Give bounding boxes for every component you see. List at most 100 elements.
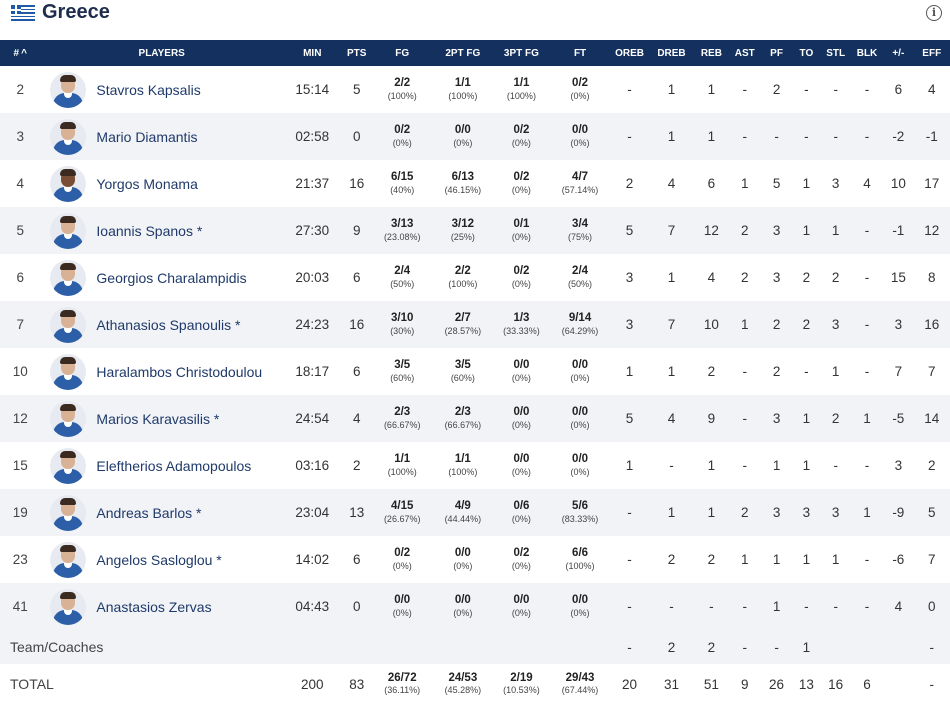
column-header-fg3[interactable]: 3PT FG [493,40,550,66]
stat-blk: 1 [863,411,871,426]
column-header-players[interactable]: PLAYERS [40,40,283,66]
player-name-link[interactable]: Angelos Sasloglou * [96,552,221,568]
player-row[interactable]: 10 Haralambos Christodoulou 18:17 6 3/5 (60%)… [0,348,950,395]
column-header-eff[interactable]: EFF [913,40,950,66]
free-throws-percentage: (0%) [570,90,590,101]
column-header-blk[interactable]: BLK [851,40,883,66]
column-header-min[interactable]: MIN [283,40,342,66]
column-header-num[interactable]: # ^ [0,40,40,66]
total-stat-oreb: 20 [622,676,638,692]
three-point-field-goals-made-attempted: 0/1 [513,218,530,231]
three-point-field-goals-made-attempted: 0/2 [513,124,530,137]
field-goals-made-attempted: 2/4 [394,265,411,278]
stat-blk: - [864,223,870,238]
player-row[interactable]: 41 Anastasios Zervas 04:43 0 0/0 (0%) 0/0 (0%) 0… [0,583,950,630]
field-goals: 0/2 (0%) [372,536,433,583]
player-cell[interactable]: Haralambos Christodoulou [40,348,283,395]
stat-pm: 3 [894,317,903,332]
player-row[interactable]: 19 Andreas Barlos * 23:04 13 4/15 (26.67%) 4/9… [0,489,950,536]
player-row[interactable]: 3 Mario Diamantis 02:58 0 0/2 (0%) 0/0 (0%) 0/2(… [0,113,950,160]
field-goals-made-attempted: 3/13 [391,218,414,231]
free-throws-percentage: (57.14%) [561,184,599,195]
free-throws-made-attempted: 0/0 [572,124,589,137]
player-cell[interactable]: Stavros Kapsalis [40,66,283,113]
column-header-stl[interactable]: STL [821,40,851,66]
two-point-field-goals: 1/1 (100%) [433,66,494,113]
player-cell[interactable]: Yorgos Monama [40,160,283,207]
player-cell[interactable]: Andreas Barlos * [40,489,283,536]
player-name-link[interactable]: Stavros Kapsalis [96,82,200,98]
three-point-field-goals-percentage: (0%) [511,419,531,430]
player-cell[interactable]: Georgios Charalampidis [40,254,283,301]
player-cell[interactable]: Mario Diamantis [40,113,283,160]
three-point-field-goals-percentage: (100%) [506,90,536,101]
column-header-pts[interactable]: PTS [342,40,372,66]
column-header-fg[interactable]: FG [372,40,433,66]
player-cell[interactable]: Eleftherios Adamopoulos [40,442,283,489]
player-name-link[interactable]: Georgios Charalampidis [96,270,246,286]
points: 5 [352,82,361,97]
stat-eff: 17 [924,176,940,191]
player-row[interactable]: 23 Angelos Sasloglou * 14:02 6 0/2 (0%) 0/0 (0%… [0,536,950,583]
player-name-link[interactable]: Mario Diamantis [96,129,197,145]
player-name-link[interactable]: Anastasios Zervas [96,599,211,615]
info-icon[interactable]: i [926,5,942,21]
greece-flag-icon [11,5,35,21]
stat-stl: - [833,599,838,614]
column-header-reb[interactable]: REB [694,40,728,66]
player-row[interactable]: 6 Georgios Charalampidis 20:03 6 2/4 (50%) 2/2… [0,254,950,301]
two-point-field-goals-percentage: (100%) [448,90,478,101]
player-cell[interactable]: Marios Karavasilis * [40,395,283,442]
stat-dreb: 1 [667,129,676,144]
player-name-link[interactable]: Yorgos Monama [96,176,197,192]
player-row[interactable]: 4 Yorgos Monama 21:37 16 6/15 (40%) 6/13 (46.15… [0,160,950,207]
two-point-field-goals: 6/13 (46.15%) [433,160,494,207]
field-goals: 2/2 (100%) [372,66,433,113]
player-name-link[interactable]: Andreas Barlos * [96,505,201,521]
player-cell[interactable]: Ioannis Spanos * [40,207,283,254]
points: 0 [352,129,361,144]
column-header-ast[interactable]: AST [729,40,761,66]
total-stat-to: 13 [798,676,814,692]
stat-eff: 2 [927,458,936,473]
column-header-pf[interactable]: PF [761,40,792,66]
player-name-link[interactable]: Haralambos Christodoulou [96,364,262,380]
stat-pm: 15 [890,270,906,285]
column-header-oreb[interactable]: OREB [610,40,648,66]
player-row[interactable]: 2 Stavros Kapsalis 15:14 5 2/2 (100%) 1/1 (100%… [0,66,950,113]
column-header-ft[interactable]: FT [550,40,611,66]
player-avatar [50,259,87,296]
stat-pf: 3 [772,270,781,285]
field-goals: 2/4 (50%) [372,254,433,301]
column-header-dreb[interactable]: DREB [649,40,694,66]
player-row[interactable]: 15 Eleftherios Adamopoulos 03:16 2 1/1 (100%)… [0,442,950,489]
player-row[interactable]: 7 Athanasios Spanoulis * 24:23 16 3/10 (30%) 2… [0,301,950,348]
player-avatar [50,541,87,578]
player-cell[interactable]: Athanasios Spanoulis * [40,301,283,348]
column-header-to[interactable]: TO [792,40,820,66]
player-row[interactable]: 5 Ioannis Spanos * 27:30 9 3/13 (23.08%) 3/12(… [0,207,950,254]
player-name-link[interactable]: Athanasios Spanoulis * [96,317,240,333]
team-stat-to: 1 [802,639,811,655]
free-throws-percentage: (100%) [565,560,595,571]
field-goals-made-attempted: 0/2 [394,124,411,137]
free-throws-made-attempted: 0/2 [572,77,589,90]
free-throws-made-attempted: 5/6 [572,500,589,513]
column-header-fg2[interactable]: 2PT FG [433,40,494,66]
player-cell[interactable]: Angelos Sasloglou * [40,536,283,583]
stat-pf: 1 [772,552,781,567]
player-avatar [50,400,87,437]
total-minutes: 200 [301,676,324,692]
stat-pf: 3 [772,223,781,238]
stat-pf: 5 [772,176,781,191]
field-goals-made-attempted: 2/3 [394,406,411,419]
player-name-link[interactable]: Marios Karavasilis * [96,411,219,427]
stat-oreb: 3 [625,317,634,332]
column-header-pm[interactable]: +/- [883,40,913,66]
table-header-row: # ^ PLAYERS MIN PTS FG 2PT FG 3PT FG FT OREB DREB R… [0,40,950,66]
team-coaches-label: Team/Coaches [10,639,104,655]
player-name-link[interactable]: Eleftherios Adamopoulos [96,458,251,474]
player-cell[interactable]: Anastasios Zervas [40,583,283,630]
player-name-link[interactable]: Ioannis Spanos * [96,223,202,239]
player-row[interactable]: 12 Marios Karavasilis * 24:54 4 2/3 (66.67%) 2… [0,395,950,442]
